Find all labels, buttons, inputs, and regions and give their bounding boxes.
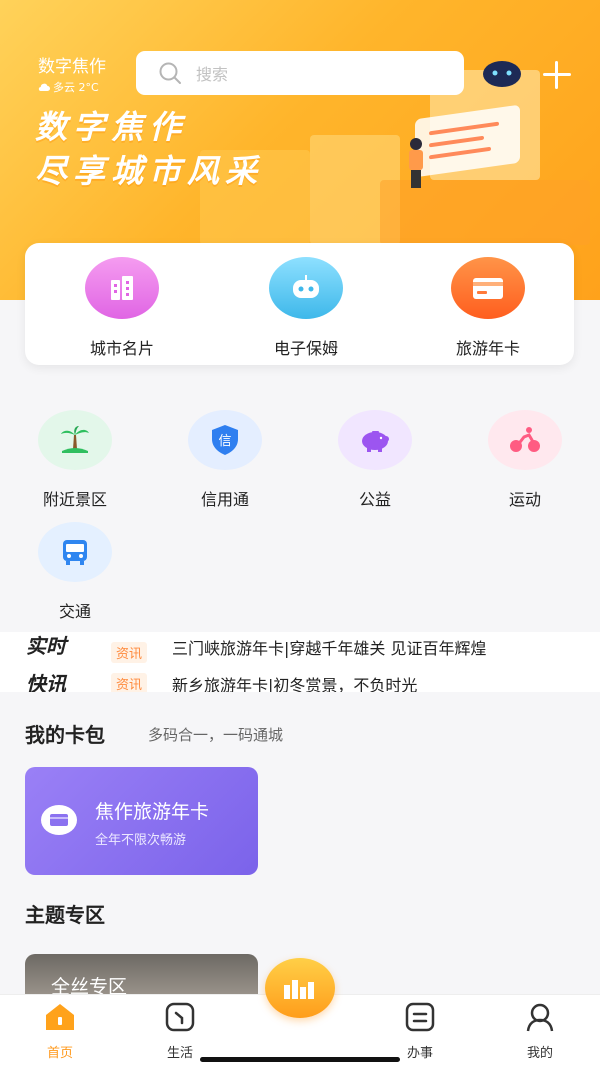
- card-icon: [451, 257, 525, 319]
- city-card-shortcut[interactable]: 城市名片: [62, 257, 182, 359]
- tab-label: 我的: [526, 1046, 553, 1061]
- tab-mine[interactable]: 我的: [500, 1001, 580, 1061]
- add-icon[interactable]: [540, 58, 574, 92]
- bus-icon: [38, 522, 112, 582]
- city-name[interactable]: 数字焦作: [38, 52, 106, 77]
- banner-slogan: 尽享城市风采: [35, 152, 264, 190]
- search-icon: [159, 62, 181, 84]
- search-input[interactable]: 搜索: [136, 51, 464, 95]
- tab-life[interactable]: 生活: [140, 1001, 220, 1061]
- electronic-nanny-shortcut[interactable]: 电子保姆: [246, 257, 366, 359]
- robot-assistant-icon[interactable]: [482, 60, 522, 88]
- cloud-icon: [38, 83, 50, 91]
- service-label: 运动: [508, 490, 541, 509]
- news-headline[interactable]: 新乡旅游年卡|初冬赏景，不负时光: [172, 672, 417, 692]
- wallet-section-subtitle: 多码合一，一码通城: [148, 726, 284, 744]
- service-credit[interactable]: 信 信用通: [170, 410, 280, 510]
- tab-label: 首页: [46, 1046, 73, 1061]
- home-icon: [46, 1004, 74, 1030]
- news-ticker[interactable]: 实时 快讯 资讯 资讯 三门峡旅游年卡|穿越千年雄关 见证百年辉煌 新乡旅游年卡…: [0, 632, 600, 692]
- tab-office[interactable]: 办事: [380, 1001, 460, 1061]
- city-skyline-icon: [284, 980, 314, 999]
- travel-card-shortcut[interactable]: 旅游年卡: [428, 257, 548, 359]
- card-subtitle: 全年不限次畅游: [95, 833, 187, 848]
- building-icon: [85, 257, 159, 319]
- card-title: 焦作旅游年卡: [95, 801, 210, 823]
- service-label: 附近景区: [42, 490, 107, 509]
- shortcut-label: 旅游年卡: [455, 339, 520, 358]
- service-label: 信用通: [200, 490, 249, 509]
- shortcut-label: 电子保姆: [273, 339, 338, 358]
- card-icon: [41, 805, 77, 835]
- weather-text: 多云 2°C: [53, 81, 99, 94]
- center-city-button[interactable]: [265, 958, 335, 1018]
- shortcut-label: 城市名片: [89, 339, 154, 358]
- news-tag: 资讯: [111, 673, 148, 692]
- piggy-bank-icon: [338, 410, 412, 470]
- weather-info: 多云 2°C: [38, 79, 99, 95]
- service-nearby-scenic[interactable]: 附近景区: [20, 410, 130, 510]
- life-icon: [165, 1002, 195, 1032]
- search-placeholder: 搜索: [196, 65, 229, 84]
- document-icon: [405, 1002, 435, 1032]
- service-transport[interactable]: 交通: [20, 522, 130, 622]
- tab-home[interactable]: 首页: [20, 1001, 100, 1061]
- banner-slogan: 数字焦作: [35, 108, 188, 146]
- news-logo: 实时: [26, 634, 66, 658]
- news-tag: 资讯: [111, 642, 148, 663]
- home-indicator: [200, 1057, 400, 1062]
- service-sports[interactable]: 运动: [470, 410, 580, 510]
- robot-icon: [269, 257, 343, 319]
- person-illustration: [405, 138, 427, 190]
- news-logo: 快讯: [26, 672, 66, 692]
- palm-tree-icon: [38, 410, 112, 470]
- service-charity[interactable]: 公益: [320, 410, 430, 510]
- user-icon: [526, 1003, 554, 1032]
- top-shortcut-card: 城市名片 电子保姆 旅游年卡: [25, 243, 574, 365]
- shield-icon: 信: [188, 410, 262, 470]
- travel-card[interactable]: 焦作旅游年卡 全年不限次畅游: [25, 767, 258, 875]
- theme-section-title: 主题专区: [25, 903, 105, 927]
- cycling-icon: [488, 410, 562, 470]
- service-label: 公益: [358, 490, 391, 509]
- wallet-section-title: 我的卡包: [25, 723, 105, 747]
- svg-text:信: 信: [218, 434, 231, 449]
- service-label: 交通: [58, 602, 91, 621]
- news-headline[interactable]: 三门峡旅游年卡|穿越千年雄关 见证百年辉煌: [172, 635, 486, 659]
